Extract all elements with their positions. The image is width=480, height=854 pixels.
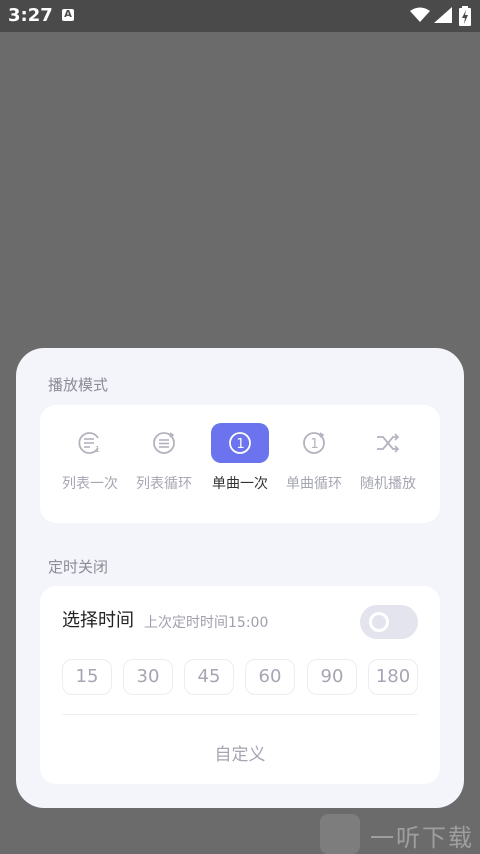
last-timer-text: 上次定时时间15:00 xyxy=(144,615,269,631)
mode-single-once[interactable]: 1 单曲一次 xyxy=(208,423,272,513)
watermark-text: 一听下载 xyxy=(370,824,474,852)
time-option-180[interactable]: 180 xyxy=(368,659,418,695)
timer-card: 选择时间 上次定时时间15:00 15 30 45 60 90 180 自定义 xyxy=(40,586,440,784)
single-once-icon: 1 xyxy=(229,432,251,454)
mode-label: 随机播放 xyxy=(360,476,416,492)
mode-label: 单曲一次 xyxy=(212,476,268,492)
watermark: 一听下载 xyxy=(320,810,480,854)
playback-mode-title: 播放模式 xyxy=(48,376,109,394)
wifi-icon xyxy=(410,7,430,22)
signal-icon xyxy=(434,7,452,23)
timer-toggle[interactable] xyxy=(360,605,418,639)
watermark-logo-icon xyxy=(320,814,360,854)
mode-label: 列表一次 xyxy=(62,476,118,492)
svg-text:1: 1 xyxy=(95,445,100,454)
mode-label: 列表循环 xyxy=(136,476,192,492)
mode-label: 单曲循环 xyxy=(286,476,342,492)
mode-single-loop[interactable]: 1 单曲循环 xyxy=(282,423,346,513)
select-time-label: 选择时间 xyxy=(62,610,134,631)
battery-charging-icon xyxy=(459,6,471,26)
svg-text:1: 1 xyxy=(311,437,319,452)
mode-list-once[interactable]: 1 列表一次 xyxy=(58,423,122,513)
time-option-30[interactable]: 30 xyxy=(123,659,173,695)
custom-time-button[interactable]: 自定义 xyxy=(40,740,440,765)
time-option-15[interactable]: 15 xyxy=(62,659,112,695)
time-option-60[interactable]: 60 xyxy=(245,659,295,695)
mode-list-loop[interactable]: 列表循环 xyxy=(132,423,196,513)
playback-settings-sheet: 播放模式 1 列表一次 列表循环 1 单曲一次 1 单曲循环 随机播放 定时关闭… xyxy=(16,348,464,808)
list-loop-icon xyxy=(153,432,175,454)
shuffle-icon xyxy=(377,433,400,453)
single-loop-icon: 1 xyxy=(303,432,325,454)
svg-text:1: 1 xyxy=(237,437,245,452)
mode-shuffle[interactable]: 随机播放 xyxy=(356,423,420,513)
status-bar: 3:27 A xyxy=(0,0,480,32)
toggle-knob xyxy=(369,612,389,632)
status-time: 3:27 xyxy=(8,5,53,26)
time-option-90[interactable]: 90 xyxy=(307,659,357,695)
timer-section-title: 定时关闭 xyxy=(48,558,109,576)
time-option-45[interactable]: 45 xyxy=(184,659,234,695)
divider xyxy=(62,714,418,715)
list-once-icon: 1 xyxy=(78,432,100,454)
notification-a-icon: A xyxy=(62,9,74,21)
playback-mode-card: 1 列表一次 列表循环 1 单曲一次 1 单曲循环 随机播放 xyxy=(40,405,440,523)
